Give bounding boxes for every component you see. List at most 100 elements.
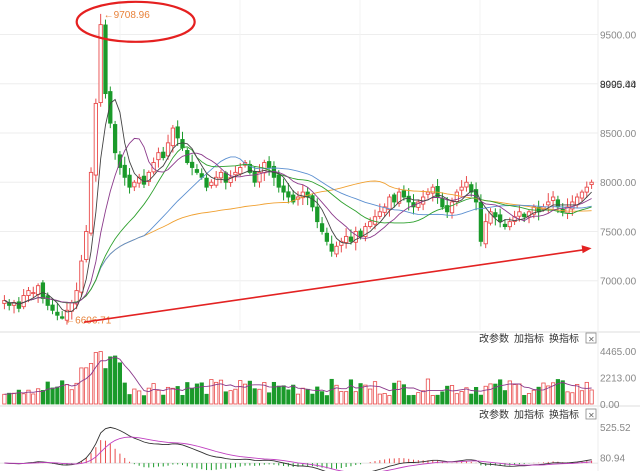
volume-bar <box>512 384 517 405</box>
volume-bar <box>368 388 373 405</box>
candle <box>517 211 522 217</box>
volume-bar <box>502 390 508 405</box>
volume-bar <box>589 389 594 405</box>
volume-bar <box>185 382 190 405</box>
volume-bar <box>286 389 291 405</box>
volume-bar <box>295 393 301 405</box>
candle <box>156 152 161 161</box>
volume-bar <box>483 385 488 405</box>
volume-bar <box>50 387 55 405</box>
volume-bar <box>55 386 60 405</box>
volume-bar <box>478 394 483 405</box>
volume-bar <box>473 387 479 405</box>
volume-bar <box>204 393 209 405</box>
candle <box>60 316 65 319</box>
candle <box>372 216 378 225</box>
volume-bar <box>372 381 378 405</box>
volume-bar <box>79 367 84 405</box>
volume-bar <box>31 393 36 405</box>
volume-bar <box>560 380 565 405</box>
add-indicator-button[interactable]: 加指标 <box>514 408 544 421</box>
candle <box>343 235 349 243</box>
candle <box>546 201 551 206</box>
candle <box>276 174 281 188</box>
volume-bar <box>165 386 171 405</box>
candle <box>185 150 190 163</box>
volume-bar <box>324 395 329 405</box>
volume-bar <box>60 380 65 405</box>
volume-bar <box>122 382 127 405</box>
volume-bar <box>276 385 281 405</box>
candle <box>502 223 508 228</box>
volume-bar <box>498 379 503 405</box>
volume-bar <box>170 387 175 405</box>
candle <box>127 174 132 188</box>
candle <box>286 191 291 198</box>
volume-bar <box>252 388 257 405</box>
volume-bar <box>319 391 325 405</box>
candle <box>189 161 195 168</box>
candle <box>84 231 89 260</box>
volume-bar <box>396 380 402 405</box>
modify-params-button[interactable]: 改参数 <box>479 332 509 345</box>
volume-bar <box>98 351 103 405</box>
candle <box>449 201 455 214</box>
candle <box>122 164 127 178</box>
candle <box>550 196 556 201</box>
y-tick-label: 9500.00 <box>600 30 637 41</box>
volume-bar <box>233 388 238 405</box>
candle <box>368 221 373 227</box>
volume-bar <box>88 363 94 405</box>
stock-chart: ←9708.96←6606.71 9500.009000.008500.0080… <box>0 0 640 471</box>
candle <box>175 126 180 139</box>
candle <box>493 212 498 218</box>
volume-bar <box>93 352 98 405</box>
candle <box>98 24 103 104</box>
candle <box>209 181 214 186</box>
switch-indicator-button[interactable]: 换指标 <box>549 408 579 421</box>
candle <box>26 290 31 296</box>
candle <box>50 304 55 311</box>
candle <box>507 221 512 228</box>
volume-bar <box>310 393 315 405</box>
current-price-label: 8995.44 <box>600 80 637 91</box>
candle <box>324 232 330 242</box>
volume-bar <box>339 391 344 405</box>
volume-bar <box>488 383 493 405</box>
candle <box>401 190 407 198</box>
y-tick-label: 8000.00 <box>600 178 637 189</box>
candle <box>425 191 431 195</box>
candle <box>575 196 580 206</box>
candle <box>223 172 228 183</box>
volume-tick-label: 0.00 <box>600 400 620 411</box>
volume-bar <box>300 387 305 405</box>
candle <box>483 221 488 245</box>
volume-bar <box>69 389 74 405</box>
modify-params-button[interactable]: 改参数 <box>479 408 509 421</box>
candle <box>319 223 325 232</box>
candle <box>141 175 147 185</box>
volume-bar <box>291 384 296 405</box>
volume-toolbar: 改参数 加指标 换指标 ✕ <box>479 332 597 345</box>
macd-toolbar: 改参数 加指标 换指标 ✕ <box>479 408 597 421</box>
volume-bar <box>146 387 151 405</box>
volume-bar <box>344 391 349 405</box>
volume-bar <box>64 384 70 405</box>
candle <box>233 171 238 176</box>
switch-indicator-button[interactable]: 换指标 <box>549 332 579 345</box>
volume-bar <box>151 383 156 405</box>
volume-bar <box>445 385 450 405</box>
volume-bar <box>411 394 416 405</box>
volume-bar <box>228 390 233 405</box>
volume-bar <box>387 395 392 405</box>
volume-bar <box>180 394 185 405</box>
add-indicator-button[interactable]: 加指标 <box>514 332 544 345</box>
candle <box>266 161 272 168</box>
y-tick-label: 7000.00 <box>600 277 637 288</box>
macd-tick-label: 80.94 <box>600 454 625 465</box>
candle <box>88 171 94 234</box>
volume-bar <box>108 356 113 405</box>
volume-bar <box>531 389 536 405</box>
candle <box>93 102 98 176</box>
volume-bar <box>440 391 445 405</box>
